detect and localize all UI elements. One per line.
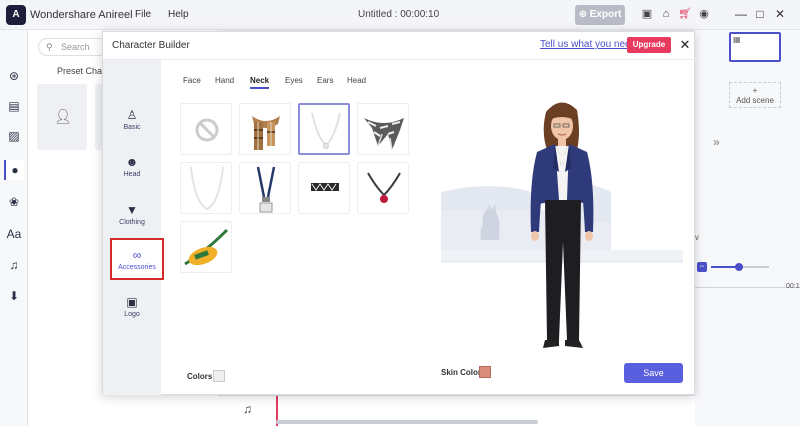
expand-icon[interactable]: » — [713, 135, 720, 149]
slider-track-rest — [743, 266, 769, 268]
add-scene-button[interactable]: + Add scene — [729, 82, 781, 108]
skin-color-swatch[interactable] — [479, 366, 491, 378]
dialog-header: Character Builder Tell us what you need … — [103, 32, 696, 60]
shirt-icon: ▼ — [126, 203, 138, 217]
character-preview — [441, 92, 696, 362]
save-button[interactable]: Save — [624, 363, 683, 383]
pearl-necklace-icon — [311, 112, 341, 149]
menu-help[interactable]: Help — [168, 9, 189, 20]
zoom-fit-icon[interactable]: ⇔ — [697, 262, 707, 272]
category-label: Clothing — [119, 219, 145, 226]
skin-color-label: Skin Color — [441, 368, 482, 377]
app-logo: A — [6, 5, 26, 25]
person-icon: ♙ — [126, 108, 138, 122]
item-fanny-pack[interactable] — [180, 221, 232, 273]
category-accessories[interactable]: ∞ Accessories — [110, 238, 164, 280]
item-plaid-scarf[interactable] — [239, 103, 291, 155]
save-icon[interactable]: ▣ — [640, 7, 654, 21]
long-necklace-icon — [190, 166, 224, 211]
close-icon[interactable]: ✕ — [678, 37, 692, 53]
upgrade-button[interactable]: Upgrade — [627, 37, 671, 53]
dialog-title: Character Builder — [112, 40, 190, 51]
rail-import-icon[interactable]: ⬇ — [4, 286, 24, 306]
add-scene-label: Add scene — [736, 96, 774, 105]
tab-ears[interactable]: Ears — [317, 76, 333, 85]
close-window-icon[interactable]: ✕ — [772, 6, 788, 22]
account-icon[interactable]: ◉ — [697, 7, 711, 21]
colors-swatch[interactable] — [213, 370, 225, 382]
add-character-card[interactable]: 👤︎ — [37, 84, 87, 150]
category-head[interactable]: ☻ Head — [103, 155, 161, 178]
export-button[interactable]: ⊕ Export — [575, 5, 625, 25]
fanny-pack-icon — [184, 228, 229, 266]
search-placeholder: Search — [61, 42, 90, 52]
scene-thumbnail[interactable]: ▦ — [729, 32, 781, 62]
rail-character-icon[interactable]: ● — [4, 160, 24, 180]
colors-label: Colors — [187, 372, 213, 381]
category-basic[interactable]: ♙ Basic — [103, 108, 161, 131]
rail-props-icon[interactable]: ❀ — [4, 192, 24, 212]
feedback-link[interactable]: Tell us what you need — [540, 39, 636, 50]
item-pendant-necklace[interactable] — [357, 162, 409, 214]
music-icon[interactable]: ♫ — [243, 402, 252, 416]
rail-background-icon[interactable]: ▨ — [4, 126, 24, 146]
tab-head[interactable]: Head — [347, 76, 366, 85]
item-lanyard[interactable] — [239, 162, 291, 214]
tab-eyes[interactable]: Eyes — [285, 76, 303, 85]
timeline-ruler — [695, 278, 800, 288]
logo-icon: ▣ — [126, 295, 138, 309]
zoom-slider[interactable]: ⇔ — [697, 262, 800, 272]
rail-template-icon[interactable]: ⊛ — [4, 66, 24, 86]
app-title: Wondershare Anireel — [30, 9, 133, 21]
rail-media-icon[interactable]: ▤ — [4, 96, 24, 116]
item-pearl-necklace[interactable] — [298, 103, 350, 155]
item-checkered-scarf[interactable] — [357, 103, 409, 155]
left-rail: ⊛ ▤ ▨ ● ❀ Aa ♫ ⬇ — [0, 30, 28, 426]
plaid-scarf-icon — [252, 116, 280, 150]
scene-icon: ▦ — [733, 35, 741, 44]
category-label: Logo — [124, 311, 140, 318]
preview-illustration — [441, 102, 683, 348]
rail-audio-icon[interactable]: ♫ — [4, 255, 24, 275]
head-icon: ☻ — [125, 155, 139, 169]
choker-icon — [311, 183, 339, 191]
export-label: Export — [589, 9, 622, 20]
category-label: Accessories — [118, 264, 156, 271]
category-label: Basic — [123, 124, 141, 131]
checkered-scarf-icon — [364, 118, 404, 151]
tab-face[interactable]: Face — [183, 76, 201, 85]
timeline-scrollbar[interactable] — [276, 420, 538, 424]
home-icon[interactable]: ⌂ — [659, 7, 673, 21]
menu-file[interactable]: File — [135, 9, 151, 20]
minimize-icon[interactable]: — — [733, 6, 749, 22]
cart-icon[interactable]: 🛒︎ — [678, 7, 692, 21]
timeline-track: ♫ — [218, 395, 695, 426]
document-title: Untitled : 00:00:10 — [358, 9, 440, 20]
category-clothing[interactable]: ▼ Clothing — [103, 203, 161, 226]
tab-neck[interactable]: Neck — [250, 76, 270, 89]
pendant-necklace-icon — [367, 172, 401, 203]
item-choker[interactable] — [298, 162, 350, 214]
none-icon — [195, 118, 219, 142]
category-sidebar: ♙ Basic ☻ Head ▼ Clothing ∞ Accessories … — [103, 60, 164, 395]
slider-knob[interactable] — [735, 263, 743, 271]
item-none[interactable] — [180, 103, 232, 155]
character-builder-dialog: Character Builder Tell us what you need … — [102, 31, 696, 395]
item-long-necklace[interactable] — [180, 162, 232, 214]
search-input[interactable]: ⚲ Search — [38, 38, 108, 56]
rail-text-icon[interactable]: Aa — [4, 224, 24, 244]
add-person-icon: 👤︎ — [54, 108, 72, 124]
search-icon: ⚲ — [46, 42, 53, 52]
category-logo[interactable]: ▣ Logo — [103, 295, 161, 318]
lanyard-icon — [256, 166, 276, 213]
category-label: Head — [123, 171, 141, 178]
timeline-time-label: 00:1 — [786, 283, 800, 290]
glasses-icon: ∞ — [132, 248, 142, 262]
title-bar: A Wondershare Anireel File Help Untitled… — [0, 0, 800, 30]
maximize-icon[interactable]: □ — [752, 6, 768, 22]
tab-hand[interactable]: Hand — [215, 76, 234, 85]
